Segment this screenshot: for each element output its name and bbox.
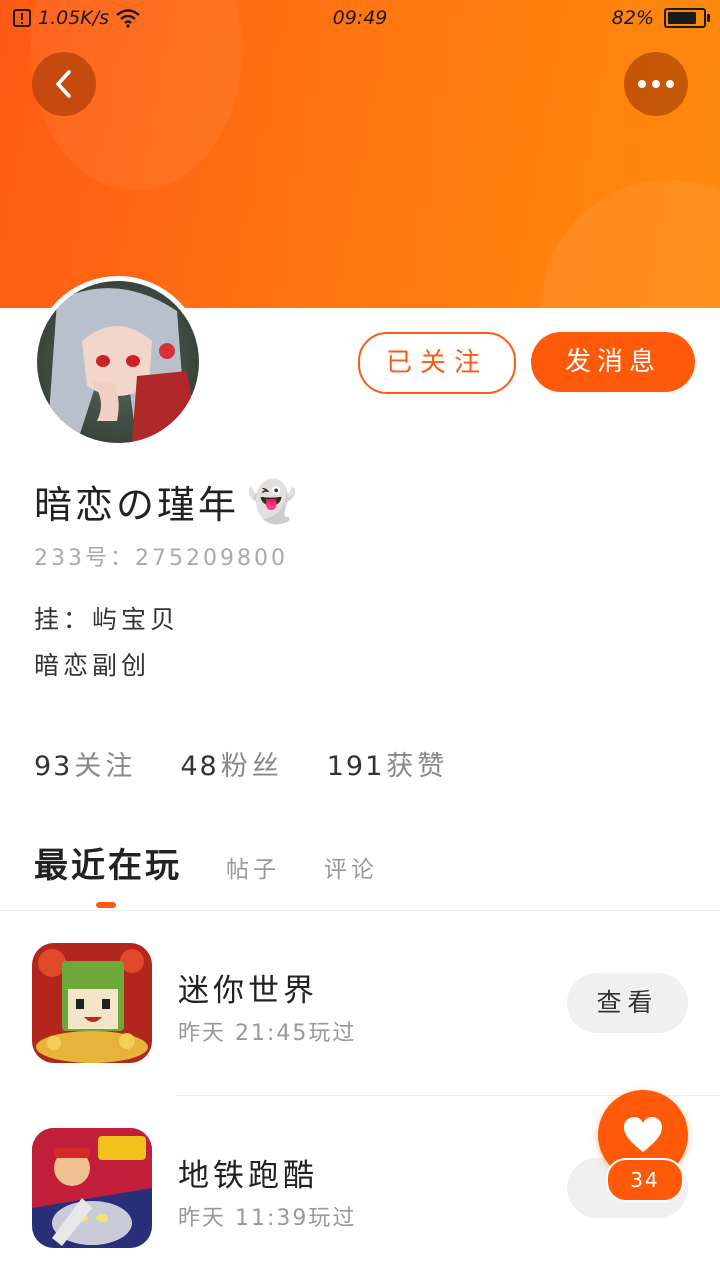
stat-label: 获赞 bbox=[386, 751, 449, 782]
battery-icon bbox=[664, 8, 710, 28]
tab-recently-played[interactable]: 最近在玩 bbox=[34, 838, 182, 908]
stat-label: 粉丝 bbox=[220, 751, 283, 782]
chevron-left-icon bbox=[56, 70, 71, 98]
like-count-badge: 34 bbox=[606, 1158, 684, 1202]
list-item[interactable]: 迷你世界 昨天 21:45玩过 查看 bbox=[0, 943, 720, 1063]
stat-label: 关注 bbox=[74, 751, 137, 782]
stat-likes[interactable]: 191 获赞 bbox=[327, 744, 449, 783]
tab-comments[interactable]: 评论 bbox=[324, 850, 378, 884]
game-name: 地铁跑酷 bbox=[178, 1158, 318, 1194]
username: 暗恋の瑾年 👻 bbox=[34, 474, 300, 529]
game-icon-subway-surfers bbox=[32, 1128, 152, 1248]
tab-posts[interactable]: 帖子 bbox=[226, 850, 280, 884]
stat-following[interactable]: 93 关注 bbox=[34, 744, 136, 783]
stat-value: 191 bbox=[326, 751, 385, 782]
stat-value: 93 bbox=[34, 751, 73, 782]
avatar[interactable] bbox=[32, 276, 204, 448]
ghost-emoji-icon: 👻 bbox=[247, 479, 300, 525]
view-button[interactable]: 查看 bbox=[567, 973, 688, 1033]
profile-tabs: 最近在玩 帖子 评论 bbox=[34, 838, 378, 908]
follow-button[interactable]: 已关注 bbox=[358, 332, 516, 394]
avatar-image bbox=[37, 281, 199, 443]
send-message-button[interactable]: 发消息 bbox=[531, 332, 695, 392]
stat-followers[interactable]: 48 粉丝 bbox=[180, 744, 282, 783]
bio-line: 暗恋副创 bbox=[34, 651, 151, 680]
status-bar: 1.05K/s 09:49 82% bbox=[0, 0, 720, 38]
battery-percent: 82% bbox=[611, 7, 654, 29]
game-name: 迷你世界 bbox=[178, 973, 318, 1009]
bio-line: 挂：屿宝贝 bbox=[34, 605, 180, 634]
game-played-time: 昨天 21:45玩过 bbox=[178, 1021, 357, 1046]
username-text: 暗恋の瑾年 bbox=[34, 483, 240, 527]
game-played-time: 昨天 11:39玩过 bbox=[178, 1206, 357, 1231]
user-id: 233号：275209800 bbox=[34, 546, 288, 571]
profile-stats: 93 关注 48 粉丝 191 获赞 bbox=[34, 744, 448, 783]
more-dots-icon bbox=[638, 80, 674, 88]
back-button[interactable] bbox=[32, 52, 96, 116]
stat-value: 48 bbox=[180, 751, 219, 782]
profile-cover bbox=[0, 0, 720, 308]
more-button[interactable] bbox=[624, 52, 688, 116]
divider bbox=[0, 910, 720, 911]
game-icon-mini-world bbox=[32, 943, 152, 1063]
